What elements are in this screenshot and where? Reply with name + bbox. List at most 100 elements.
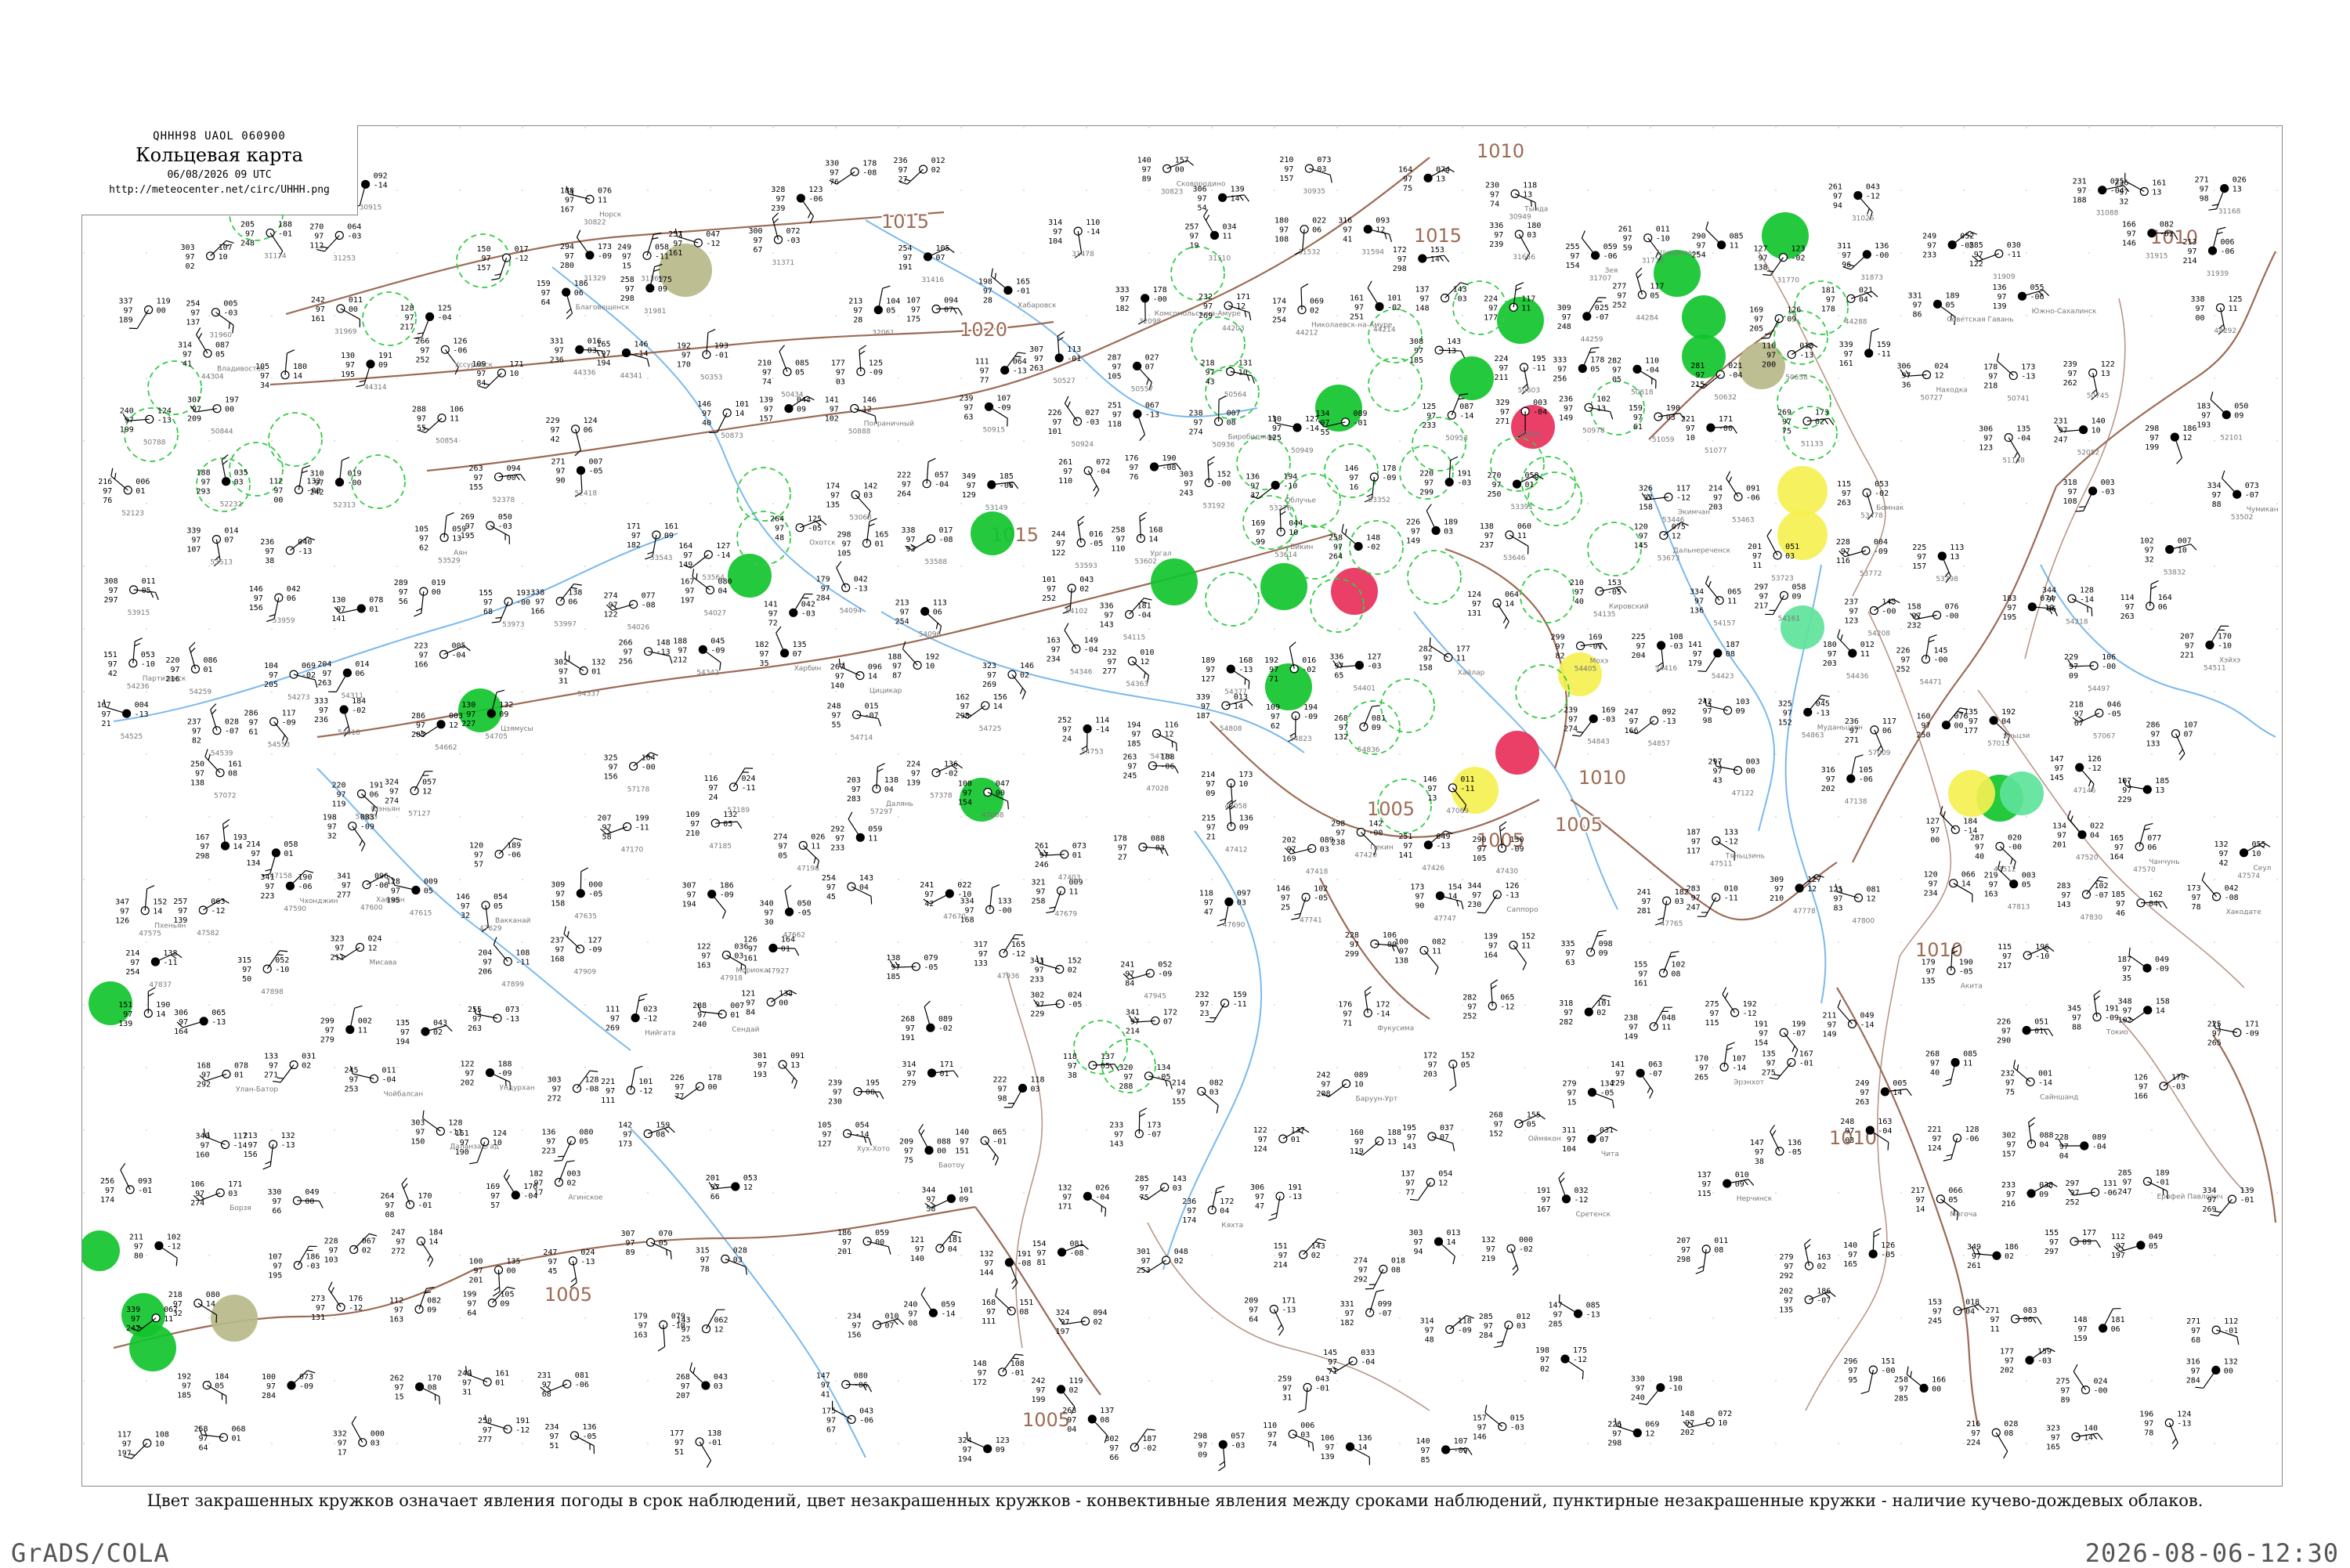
- station-tendency: -00: [1881, 1367, 1895, 1375]
- station-tendency: -03: [1086, 418, 1100, 427]
- station-visibility: 97: [1491, 481, 1501, 490]
- station-dewpoint: 297: [104, 596, 118, 605]
- station-pressure: 177: [1456, 645, 1470, 654]
- station-dewpoint: 298: [956, 712, 970, 721]
- station-pressure: 014: [224, 527, 238, 536]
- station-temp: 145: [1323, 1349, 1337, 1357]
- station-symbol: [1650, 717, 1658, 724]
- station-visibility: 97: [273, 1263, 282, 1271]
- station-visibility: 97: [1325, 1443, 1334, 1452]
- station-dewpoint: 15: [622, 262, 631, 270]
- station-temp: 177: [2000, 1348, 2014, 1357]
- station-dewpoint: 152: [1778, 718, 1792, 727]
- station-visibility: 97: [1842, 251, 1851, 260]
- station-dewpoint: 279: [320, 1036, 334, 1045]
- station-pressure: 178: [862, 159, 877, 168]
- station-visibility: 97: [1267, 1431, 1277, 1440]
- station-temp: 345: [2067, 1005, 2081, 1013]
- station-tendency: -09: [282, 718, 296, 727]
- station-dewpoint: 163: [1984, 891, 1998, 899]
- station-pressure: 054: [1438, 1170, 1452, 1179]
- station-tendency: 12: [1807, 885, 1817, 894]
- station-id: 50658: [1785, 374, 1808, 382]
- station-tendency: 06: [2111, 1325, 2120, 1334]
- station-visibility: 97: [1035, 1001, 1044, 1010]
- station-temp: 137: [1415, 286, 1430, 294]
- station-dewpoint: 84: [746, 1009, 755, 1017]
- station-visibility: 97: [1200, 1000, 1209, 1009]
- station-dewpoint: 110: [1111, 544, 1125, 553]
- station-dewpoint: 104: [1048, 237, 1062, 246]
- station-dewpoint: 88: [2072, 1024, 2081, 1032]
- station-tendency: -09: [360, 823, 374, 832]
- station-visibility: 97: [2005, 1078, 2015, 1087]
- station-dewpoint: 221: [2180, 652, 2194, 660]
- station-id: 47778: [1793, 908, 1816, 916]
- station-visibility: 97: [314, 233, 324, 241]
- station-temp: 274: [1354, 1256, 1368, 1265]
- station-temp: 315: [237, 956, 251, 965]
- station-temp: 300: [748, 227, 762, 236]
- map-source-url[interactable]: http://meteocenter.net/circ/UHHH.png: [81, 184, 357, 196]
- station-pressure: 195: [866, 1079, 880, 1088]
- station-visibility: 97: [490, 1192, 500, 1201]
- station-name: Эрэнхот: [1734, 1078, 1764, 1086]
- station-symbol: [416, 1383, 424, 1391]
- station-temp: 232: [2001, 1069, 2015, 1078]
- station-pressure: 127: [1367, 652, 1381, 661]
- station-tendency: 05: [424, 887, 433, 896]
- station-tendency: 10: [219, 253, 228, 262]
- station-dewpoint: 247: [1687, 904, 1701, 912]
- station-dewpoint: 132: [1334, 733, 1348, 742]
- station-pressure: 080: [579, 1128, 593, 1136]
- station-temp: 303: [181, 244, 195, 252]
- station-dewpoint: 32: [2145, 556, 2154, 565]
- station-tendency: -12: [643, 1015, 657, 1024]
- station-visibility: 97: [120, 908, 129, 916]
- station-pressure: 110: [1645, 356, 1659, 365]
- station-visibility: 97: [1118, 844, 1127, 853]
- station-dewpoint: 161: [1633, 979, 1647, 988]
- station-id: 47635: [574, 913, 597, 921]
- station-tendency: 05: [2022, 881, 2031, 890]
- station-dewpoint: 154: [1754, 1039, 1768, 1047]
- station-dewpoint: 248: [240, 239, 255, 247]
- station-visibility: 97: [623, 1131, 632, 1140]
- station-temp: 148: [973, 1360, 987, 1368]
- weather-circle-thunder_green: [1450, 356, 1494, 400]
- station-dewpoint: 34: [260, 381, 269, 390]
- weather-circle-thunder_green: [1682, 295, 1726, 339]
- station-dewpoint: 63: [964, 413, 973, 421]
- station-pressure: 075: [1672, 523, 1686, 532]
- station-tendency: 14: [1893, 1089, 1902, 1097]
- station-dewpoint: 170: [677, 361, 691, 370]
- station-dewpoint: 143: [1109, 1140, 1123, 1149]
- station-visibility: 97: [1060, 1318, 1069, 1327]
- station-pressure: 018: [1799, 342, 1813, 351]
- station-dewpoint: 254: [1692, 251, 1706, 260]
- isobar-label: 1015: [881, 211, 929, 233]
- station-visibility: 97: [415, 1128, 425, 1136]
- station-pressure: 089: [938, 1015, 953, 1024]
- station-temp: 216: [98, 478, 112, 486]
- station-dewpoint: 40: [1975, 853, 1984, 862]
- station-tendency: 14: [293, 372, 302, 381]
- station-pressure: 003: [567, 1170, 581, 1179]
- station-temp: 336: [1489, 222, 1503, 230]
- station-dewpoint: 105: [1108, 372, 1122, 381]
- station-tendency: 07: [1440, 1133, 1449, 1142]
- weather-circle-thunder_green: [971, 511, 1014, 555]
- station-temp: 229: [546, 417, 560, 425]
- station-dewpoint: 263: [317, 679, 331, 688]
- station-temp: 136: [541, 1128, 555, 1136]
- station-dewpoint: 165: [1843, 1260, 1857, 1269]
- station-tendency: 00: [779, 999, 788, 1008]
- station-temp: 336: [1100, 602, 1114, 611]
- station-tendency: 09: [1735, 1180, 1744, 1189]
- station-pressure: 057: [422, 779, 436, 787]
- station-pressure: 169: [1601, 706, 1615, 715]
- station-pressure: 151: [1881, 1357, 1895, 1366]
- station-tendency: 03: [1237, 899, 1246, 908]
- station-id: 50557: [1131, 385, 1154, 393]
- station-dewpoint: 134: [246, 859, 260, 868]
